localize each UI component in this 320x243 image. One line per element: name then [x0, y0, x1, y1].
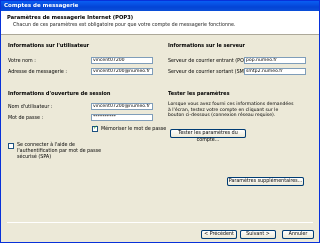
logon-info-title: Informations d'ouverture de session: [8, 91, 111, 97]
more-settings-button[interactable]: Paramètres supplémentaires...: [227, 177, 304, 186]
dialog-header: Paramètres de messagerie Internet (POP3)…: [1, 11, 319, 35]
incoming-server-label: Serveur de courrier entrant (POP3) :: [168, 59, 255, 64]
server-info-title: Informations sur le serveur: [168, 43, 245, 49]
spa-checkbox[interactable]: [8, 143, 14, 149]
outgoing-server-label: Serveur de courrier sortant (SMTP) :: [168, 70, 255, 75]
previous-button[interactable]: < Précédent: [201, 230, 237, 239]
username-field[interactable]: vincent07200@numeo.fr: [91, 103, 153, 110]
remember-password-checkbox[interactable]: [92, 125, 98, 132]
name-field[interactable]: vincent07200: [91, 57, 153, 64]
password-field[interactable]: **********: [91, 114, 153, 121]
spa-label-line1: Se connecter à l'aide de: [17, 143, 75, 148]
test-settings-title: Tester les paramètres: [168, 91, 230, 97]
header-title: Paramètres de messagerie Internet (POP3): [7, 15, 134, 21]
mail-accounts-dialog: Comptes de messagerie Paramètres de mess…: [0, 0, 320, 243]
password-label: Mot de passe :: [8, 116, 44, 121]
outgoing-server-field[interactable]: smtp2.numeo.fr: [244, 68, 306, 75]
user-info-title: Informations sur l'utilisateur: [8, 43, 90, 49]
spa-label-line3: sécurisé (SPA): [17, 155, 52, 160]
footer-divider: [7, 222, 313, 223]
name-label: Votre nom :: [8, 59, 36, 64]
username-label: Nom d'utilisateur :: [8, 105, 53, 110]
window-title: Comptes de messagerie: [1, 1, 319, 11]
spa-label-line2: l'authentification par mot de passe: [17, 149, 102, 154]
test-para-line3: bouton ci-dessous (connexion réseau requ…: [168, 113, 276, 119]
next-button[interactable]: Suivant >: [240, 230, 276, 239]
test-account-button[interactable]: Tester les paramètres du compte...: [170, 129, 246, 143]
email-field[interactable]: vincent07200@numeo.fr: [91, 68, 153, 75]
header-subtitle: Chacun de ces paramètres est obligatoire…: [13, 23, 236, 28]
incoming-server-field[interactable]: pop.numeo.fr: [244, 57, 306, 64]
remember-password-label: Mémoriser le mot de passe: [101, 127, 167, 132]
cancel-button[interactable]: Annuler: [282, 230, 314, 239]
email-label: Adresse de messagerie :: [8, 70, 68, 75]
